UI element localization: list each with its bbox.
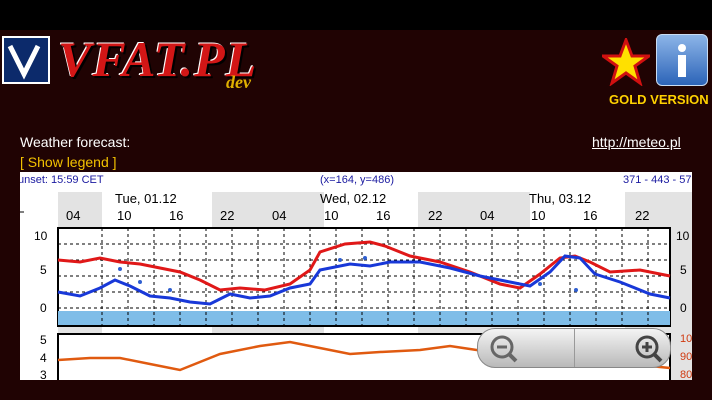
y-axis-label-right: 80 bbox=[680, 369, 692, 380]
hour-label: 10 bbox=[324, 208, 338, 223]
hour-label: 04 bbox=[66, 208, 80, 223]
logo-subtitle: dev bbox=[226, 72, 251, 92]
y-axis-label: 3 bbox=[40, 368, 47, 380]
dew-dot bbox=[168, 288, 172, 292]
hour-label: 04 bbox=[480, 208, 494, 223]
hour-label: 10 bbox=[117, 208, 131, 223]
hour-label: 04 bbox=[272, 208, 286, 223]
hour-label: 10 bbox=[531, 208, 545, 223]
y-axis-label: 0 bbox=[40, 301, 47, 315]
dew-dot bbox=[338, 258, 342, 262]
y-axis-label-right: 0 bbox=[680, 301, 687, 315]
zoom-in-icon bbox=[635, 335, 663, 363]
dew-dot bbox=[138, 280, 142, 284]
hour-label: 22 bbox=[220, 208, 234, 223]
day-label: Thu, 03.12 bbox=[529, 191, 591, 206]
meteo-link[interactable]: http://meteo.pl bbox=[592, 134, 681, 150]
show-legend-link[interactable]: [ Show legend ] bbox=[20, 154, 117, 170]
sunset-text: unset: 15:59 CET bbox=[20, 174, 104, 186]
zero-band bbox=[58, 311, 670, 325]
logo-v-icon bbox=[2, 36, 50, 84]
zoom-out-button[interactable] bbox=[478, 329, 575, 367]
y-axis-label-right: 90 bbox=[680, 351, 692, 363]
y-axis-label-right: 10 bbox=[676, 229, 690, 243]
dew-dot bbox=[118, 267, 122, 271]
zoom-controls bbox=[477, 328, 671, 368]
y-axis-label-right: 10 bbox=[680, 333, 692, 345]
y-axis-label: 10 bbox=[34, 229, 48, 243]
dew-dot bbox=[363, 256, 367, 260]
hour-label: 16 bbox=[376, 208, 390, 223]
zoom-in-button[interactable] bbox=[575, 329, 670, 367]
y-axis-label: 5 bbox=[40, 263, 47, 277]
status-bar bbox=[0, 0, 712, 30]
dew-dot bbox=[574, 288, 578, 292]
grid-ref-text: 371 - 443 - 57 bbox=[623, 174, 692, 186]
hour-label: 16 bbox=[169, 208, 183, 223]
coords-text: (x=164, y=486) bbox=[320, 174, 394, 186]
hour-label: 22 bbox=[635, 208, 649, 223]
day-label: Tue, 01.12 bbox=[115, 191, 177, 206]
star-icon[interactable] bbox=[598, 35, 654, 91]
day-label: Wed, 02.12 bbox=[320, 191, 386, 206]
y-axis-label-right: 5 bbox=[680, 263, 687, 277]
info-icon[interactable] bbox=[656, 34, 708, 86]
hour-label: 16 bbox=[583, 208, 597, 223]
y-axis-label: 5 bbox=[40, 333, 47, 347]
y-axis-label: 4 bbox=[40, 351, 47, 365]
gold-version-button[interactable]: GOLD VERSION bbox=[609, 92, 709, 107]
zoom-out-icon bbox=[490, 335, 518, 363]
hour-label: 22 bbox=[428, 208, 442, 223]
weather-forecast-label: Weather forecast: bbox=[20, 134, 131, 150]
dew-dot bbox=[538, 282, 542, 286]
